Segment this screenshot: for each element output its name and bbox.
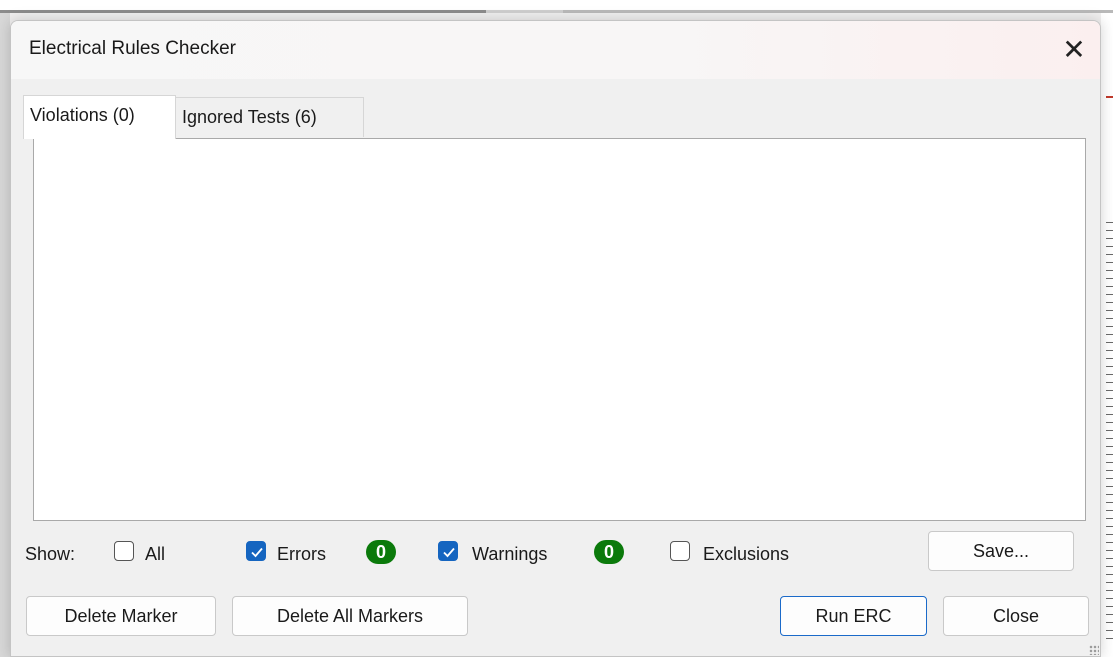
background-left-edge (0, 13, 10, 657)
background-top-strip (0, 0, 1113, 10)
exclusions-checkbox[interactable] (670, 541, 690, 561)
dialog-title: Electrical Rules Checker (29, 38, 236, 59)
background-divider (563, 10, 1113, 13)
close-button[interactable]: Close (943, 596, 1089, 636)
show-label: Show: (25, 544, 76, 564)
all-label[interactable]: All (145, 544, 165, 565)
warnings-checkbox[interactable] (438, 541, 458, 561)
close-icon[interactable]: ✕ (1048, 21, 1100, 79)
run-erc-button[interactable]: Run ERC (780, 596, 927, 636)
errors-label[interactable]: Errors (277, 544, 326, 565)
erc-dialog: Electrical Rules Checker ✕ Violations (0… (10, 20, 1101, 657)
warnings-label[interactable]: Warnings (472, 544, 547, 565)
resize-grip-icon[interactable] (1089, 645, 1099, 655)
save-button[interactable]: Save... (928, 531, 1074, 571)
all-checkbox[interactable] (114, 541, 134, 561)
errors-checkbox[interactable] (246, 541, 266, 561)
background-marker (1106, 96, 1113, 98)
exclusions-label[interactable]: Exclusions (703, 544, 789, 565)
tab-ignored-tests-label: Ignored Tests (6) (182, 107, 317, 127)
tab-violations-label: Violations (0) (30, 105, 135, 125)
checkmark-icon (443, 547, 455, 558)
background-divider (0, 10, 486, 13)
background-ruler-ticks (1106, 222, 1113, 642)
background-divider (486, 10, 563, 13)
checkmark-icon (251, 547, 263, 558)
warnings-count-badge: 0 (594, 540, 624, 564)
errors-count-badge: 0 (366, 540, 396, 564)
tab-ignored-tests[interactable]: Ignored Tests (6) (175, 97, 364, 137)
title-bar: Electrical Rules Checker ✕ (11, 21, 1100, 79)
tab-violations[interactable]: Violations (0) (23, 95, 176, 139)
violations-list[interactable] (33, 138, 1086, 521)
delete-marker-button[interactable]: Delete Marker (26, 596, 216, 636)
delete-all-markers-button[interactable]: Delete All Markers (232, 596, 468, 636)
